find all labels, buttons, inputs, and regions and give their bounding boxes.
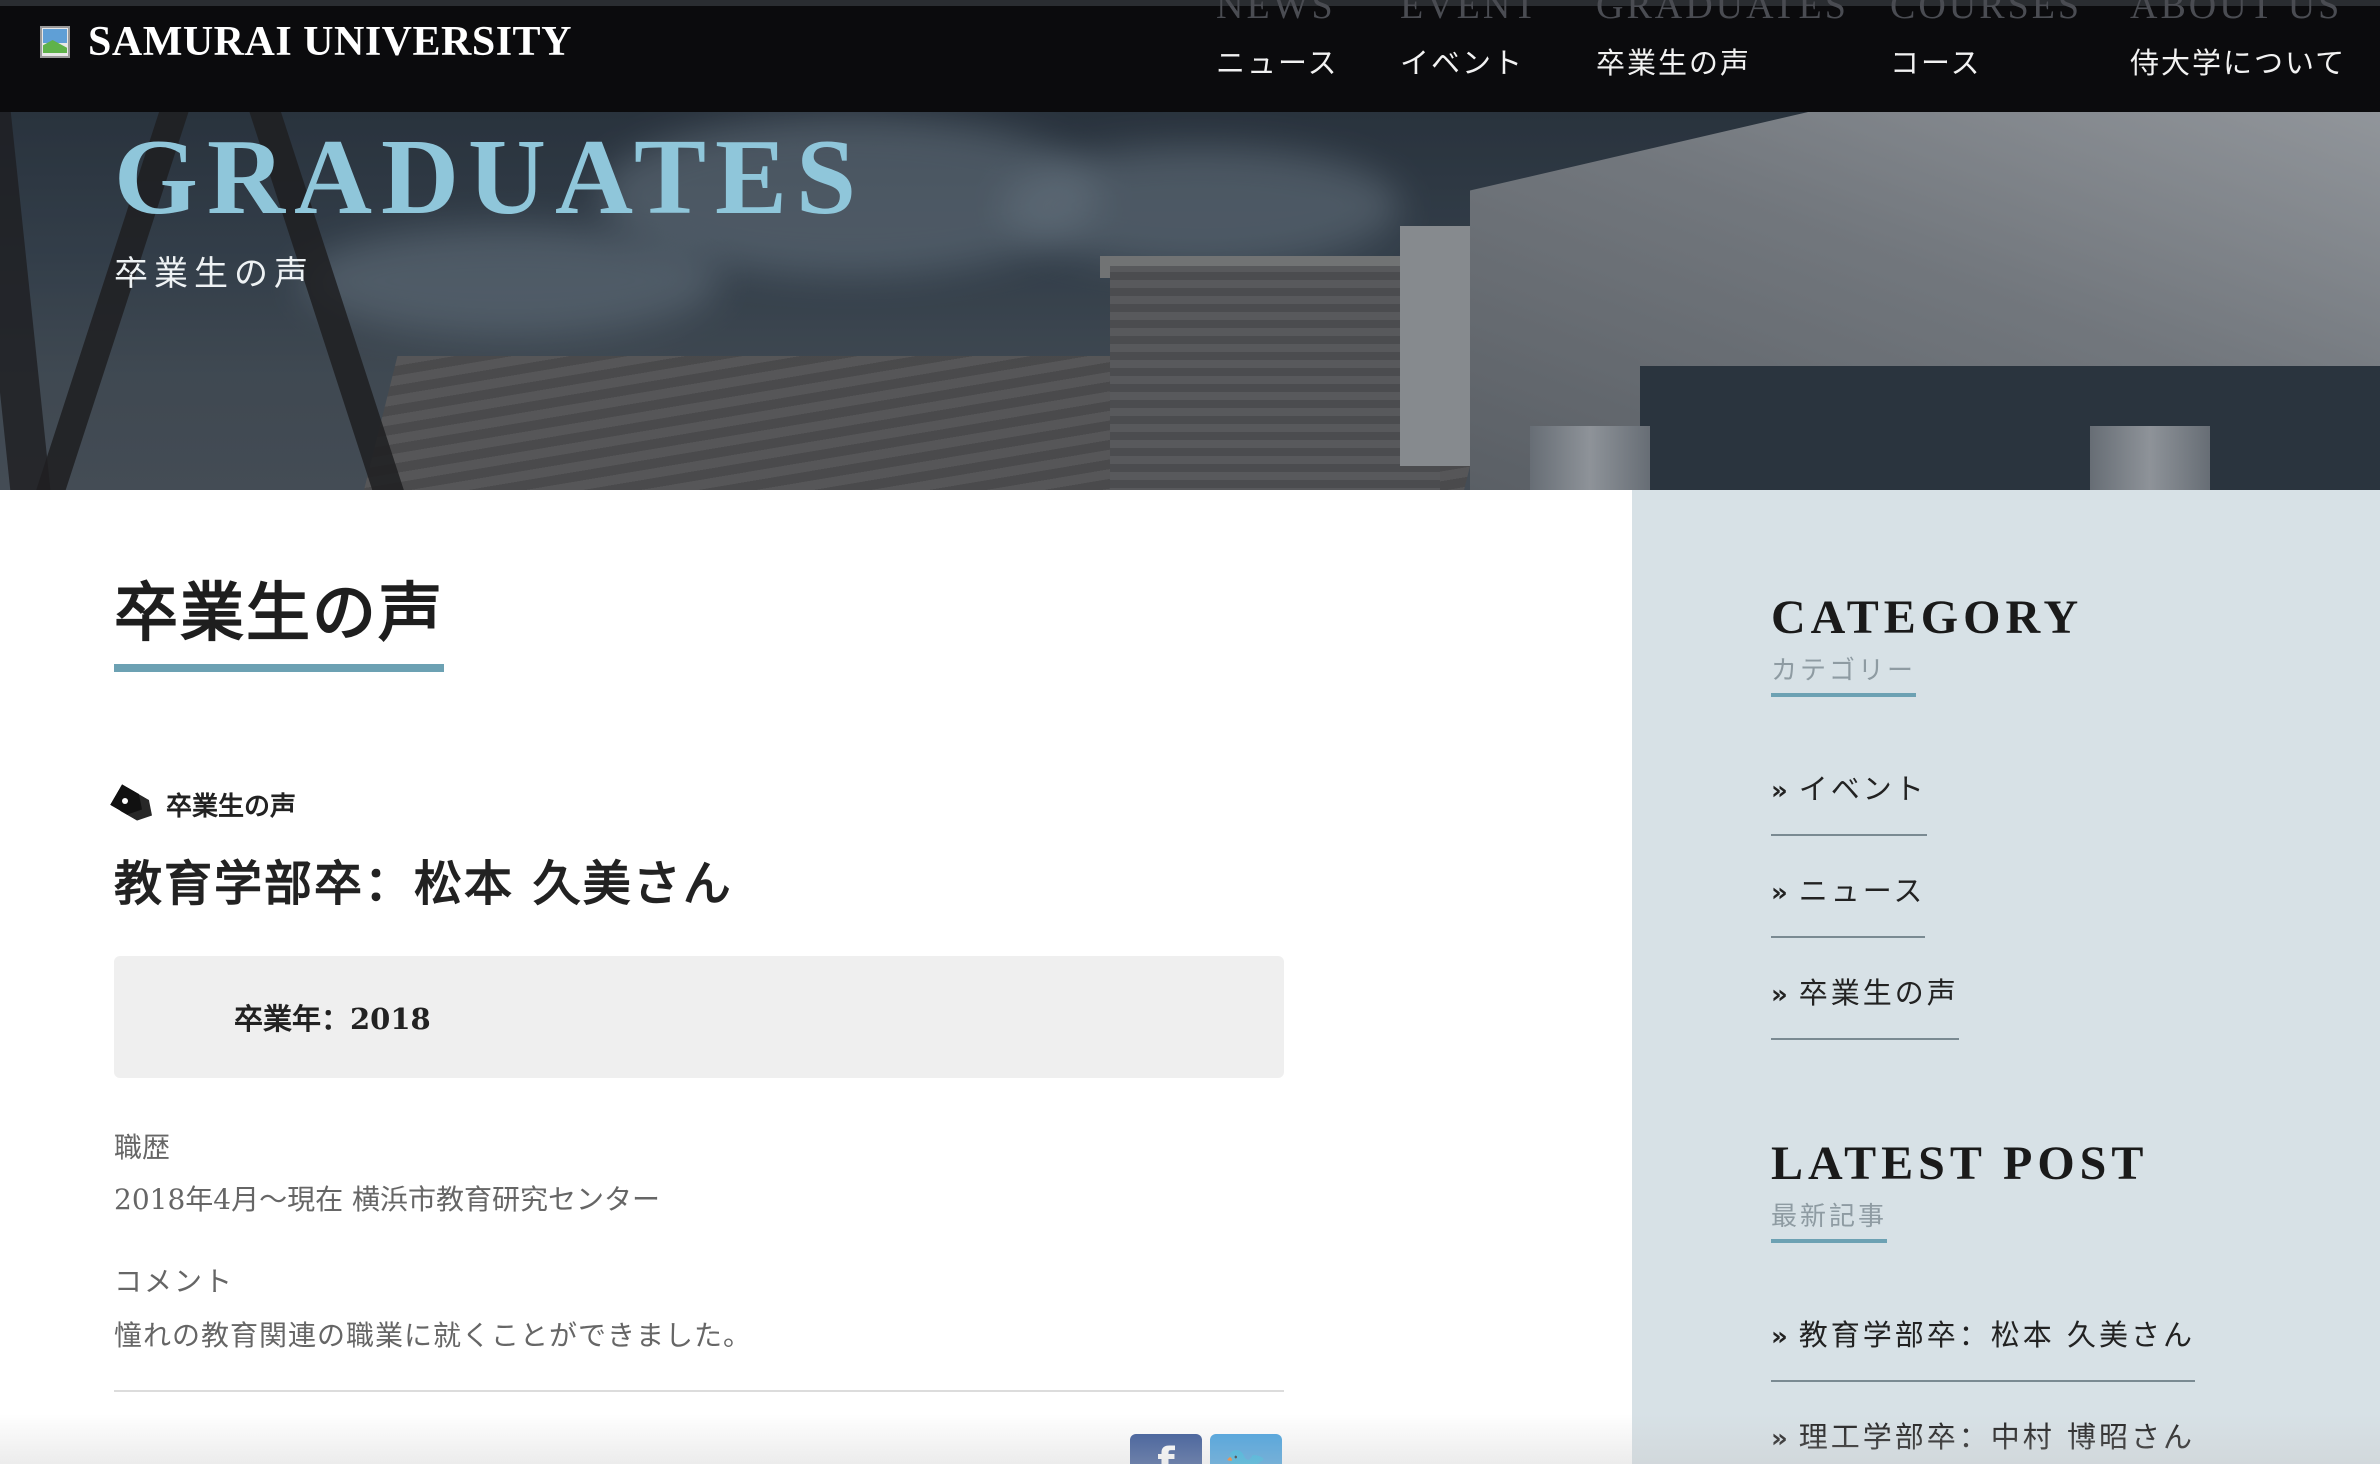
sidebar-category-news[interactable]: » ニュース xyxy=(1771,868,1926,938)
career-label: 職歴 xyxy=(114,1131,171,1164)
nav-news-en: NEWS xyxy=(1216,0,1336,27)
nav-item-courses[interactable]: COURSES コース xyxy=(1890,0,2130,112)
comment-text: 憧れの教育関連の職業に就くことができました。 xyxy=(114,1319,753,1352)
main-content: 卒業生の声 卒業生の声 教育学部卒：松本 久美さん 卒業年：2018 職歴 20… xyxy=(0,490,1632,1464)
hero-subtitle: 卒業生の声 xyxy=(114,254,314,294)
site-logo[interactable]: SAMURAI UNIVERSITY xyxy=(40,18,572,66)
facebook-icon: f xyxy=(1157,1440,1175,1464)
hero-title: GRADUATES xyxy=(114,118,866,237)
double-chevron-right-icon: » xyxy=(1771,776,1791,806)
post-title: 教育学部卒：松本 久美さん xyxy=(114,856,733,912)
nav-item-event[interactable]: EVENT イベント xyxy=(1400,0,1596,112)
double-chevron-right-icon: » xyxy=(1771,1424,1791,1454)
post-category-tag[interactable]: 卒業生の声 xyxy=(114,786,296,823)
latest-post-link-label[interactable]: 理工学部卒：中村 博昭さん xyxy=(1799,1420,2195,1454)
nav-graduates-en: GRADUATES xyxy=(1596,0,1849,27)
site-header: SAMURAI UNIVERSITY NEWS ニュース EVENT イベント … xyxy=(0,0,2380,112)
double-chevron-right-icon: » xyxy=(1771,1322,1791,1352)
tags-icon xyxy=(114,788,156,822)
category-subheading: カテゴリー xyxy=(1771,650,1917,697)
sidebar-latest-post[interactable]: » 理工学部卒：中村 博昭さん xyxy=(1771,1414,2195,1464)
category-heading: CATEGORY xyxy=(1771,591,2084,644)
nav-news-ja[interactable]: ニュース xyxy=(1216,40,1339,82)
hero-banner: GRADUATES 卒業生の声 xyxy=(0,106,2380,490)
post-category-label[interactable]: 卒業生の声 xyxy=(166,786,296,823)
sidebar-category-graduates[interactable]: » 卒業生の声 xyxy=(1771,970,1959,1040)
category-link-label[interactable]: 卒業生の声 xyxy=(1799,976,1959,1010)
double-chevron-right-icon: » xyxy=(1771,878,1791,908)
graduation-year: 卒業年：2018 xyxy=(234,1002,431,1036)
category-link-label[interactable]: イベント xyxy=(1799,772,1927,806)
page-title: 卒業生の声 xyxy=(114,562,444,672)
nav-item-news[interactable]: NEWS ニュース xyxy=(1216,0,1400,112)
nav-graduates-ja[interactable]: 卒業生の声 xyxy=(1596,40,1751,82)
nav-about-ja[interactable]: 侍大学について xyxy=(2130,40,2346,82)
nav-about-en: ABOUT US xyxy=(2130,0,2343,27)
nav-item-graduates[interactable]: GRADUATES 卒業生の声 xyxy=(1596,0,1890,112)
logo-text[interactable]: SAMURAI UNIVERSITY xyxy=(88,18,572,66)
latest-post-subheading: 最新記事 xyxy=(1771,1196,1888,1243)
category-link-label[interactable]: ニュース xyxy=(1799,874,1926,908)
nav-event-en: EVENT xyxy=(1400,0,1540,27)
facebook-share-button[interactable]: f xyxy=(1130,1434,1202,1464)
career-text: 2018年4月〜現在 横浜市教育研究センター xyxy=(114,1183,660,1216)
sidebar-category-event[interactable]: » イベント xyxy=(1771,766,1927,836)
twitter-share-button[interactable]: 🐦 xyxy=(1210,1434,1282,1464)
latest-post-heading: LATEST POST xyxy=(1771,1137,2149,1190)
comment-label: コメント xyxy=(114,1265,235,1298)
twitter-icon: 🐦 xyxy=(1224,1444,1268,1464)
double-chevron-right-icon: » xyxy=(1771,980,1791,1010)
graduation-info-box: 卒業年：2018 xyxy=(114,956,1284,1078)
nav-item-about[interactable]: ABOUT US 侍大学について xyxy=(2130,0,2344,112)
nav-event-ja[interactable]: イベント xyxy=(1400,40,1524,82)
nav-courses-en: COURSES xyxy=(1890,0,2083,27)
content-divider xyxy=(114,1390,1284,1392)
broken-image-icon xyxy=(40,26,70,58)
latest-post-link-label[interactable]: 教育学部卒：松本 久美さん xyxy=(1799,1318,2195,1352)
sidebar: CATEGORY カテゴリー » イベント » ニュース » 卒業生の声 LATEST… xyxy=(1632,490,2380,1464)
main-nav: NEWS ニュース EVENT イベント GRADUATES 卒業生の声 COU… xyxy=(1216,0,2344,112)
nav-courses-ja[interactable]: コース xyxy=(1890,40,1982,82)
sidebar-latest-post[interactable]: » 教育学部卒：松本 久美さん xyxy=(1771,1312,2196,1382)
